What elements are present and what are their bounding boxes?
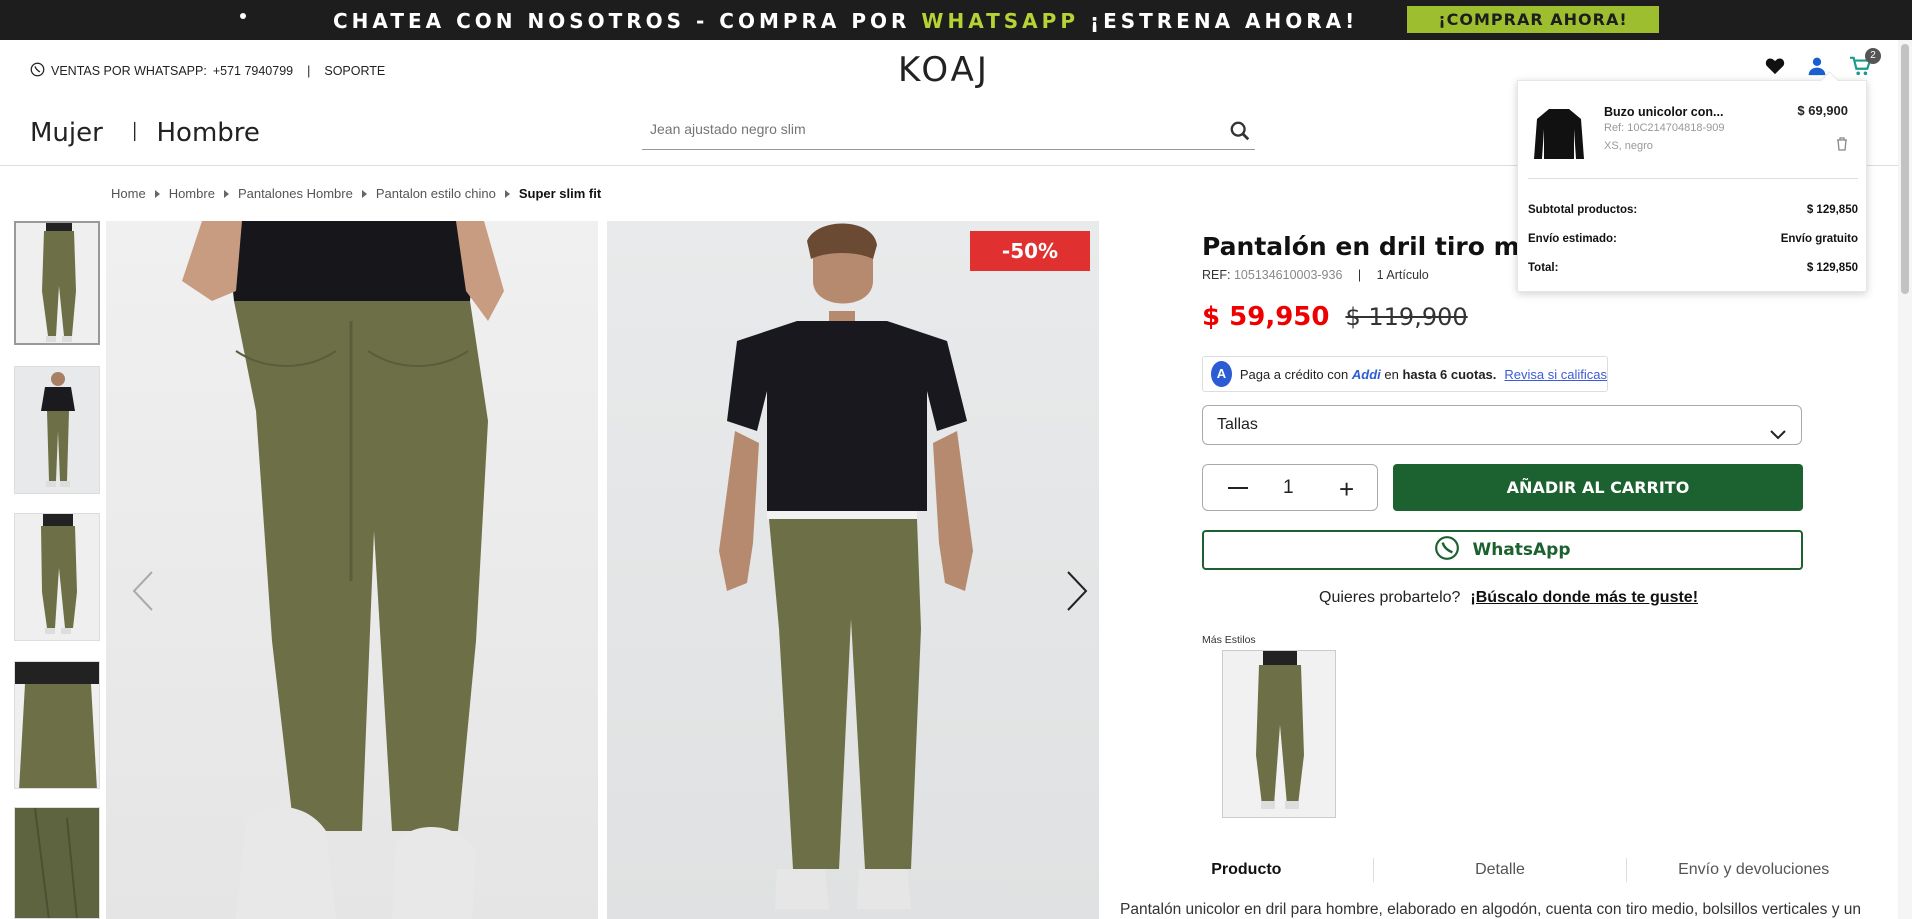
search-box [642, 118, 1255, 150]
thumbnail-2[interactable] [14, 366, 100, 494]
heart-icon[interactable] [1765, 57, 1785, 80]
breadcrumb-pantalones[interactable]: Pantalones Hombre [238, 186, 353, 201]
divider: | [307, 64, 311, 78]
thumbnail-1[interactable] [14, 221, 100, 345]
header-actions: 2 [1765, 48, 1881, 81]
breadcrumb-separator [154, 189, 160, 198]
trash-icon[interactable] [1836, 137, 1848, 156]
nav-item-hombre[interactable]: Hombre [157, 118, 260, 148]
cart-item-variant: XS, negro [1604, 140, 1653, 152]
addi-logo-icon: A [1211, 361, 1232, 387]
addi-qualify-link[interactable]: Revisa si calificas [1504, 367, 1607, 382]
breadcrumb-home[interactable]: Home [111, 186, 146, 201]
tab-detalle[interactable]: Detalle [1374, 858, 1628, 882]
cart-count-badge: 2 [1865, 48, 1881, 64]
thumbnail-5[interactable] [14, 807, 100, 919]
price-current: $ 59,950 [1202, 302, 1330, 332]
add-to-cart-button[interactable]: AÑADIR AL CARRITO [1393, 464, 1803, 511]
thumbnail-3[interactable] [14, 513, 100, 641]
try-on-line: Quieres probartelo? ¡Búscalo donde más te… [1319, 589, 1699, 606]
whatsapp-button-label: WhatsApp [1472, 540, 1571, 560]
addi-credit-banner: A Paga a crédito con Addi en hasta 6 cuo… [1202, 356, 1608, 392]
whatsapp-phone[interactable]: +571 7940799 [213, 64, 293, 78]
search-input[interactable] [650, 121, 1210, 137]
thumbnail-4[interactable] [14, 661, 100, 789]
size-select[interactable]: Tallas [1202, 405, 1802, 445]
product-photo-full-body[interactable] [607, 221, 1099, 919]
support-link[interactable]: SOPORTE [324, 64, 385, 78]
bullet-right [1312, 13, 1318, 19]
more-styles-thumbnail[interactable] [1222, 650, 1336, 818]
scrollbar-thumb[interactable] [1901, 44, 1909, 294]
cart-shipping: Envío estimado: Envío gratuito [1528, 233, 1858, 245]
find-store-link[interactable]: ¡Búscalo donde más te guste! [1470, 589, 1698, 606]
mini-cart-popup: Buzo unicolor con... Ref: 10C214704818-9… [1517, 80, 1867, 292]
cart-item-image[interactable] [1534, 105, 1584, 163]
breadcrumb-separator [504, 189, 510, 198]
tab-envio[interactable]: Envío y devoluciones [1627, 858, 1880, 882]
cart-item-price: $ 69,900 [1797, 103, 1848, 118]
discount-badge: -50% [970, 231, 1090, 271]
whatsapp-sales-line: VENTAS POR WHATSAPP: +571 7940799 | SOPO… [30, 62, 385, 80]
size-select-label: Tallas [1217, 416, 1258, 433]
price-original: $ 119,900 [1345, 303, 1468, 331]
nav-item-mujer[interactable]: Mujer [30, 118, 103, 148]
main-nav: Mujer I Hombre [30, 118, 260, 148]
promo-bar: CHATEA CON NOSOTROS - COMPRA POR WHATSAP… [0, 0, 1912, 40]
breadcrumb-current: Super slim fit [518, 186, 602, 201]
breadcrumb-separator [361, 189, 367, 198]
more-styles-label: Más Estilos [1202, 634, 1256, 646]
breadcrumb-separator [223, 189, 229, 198]
addi-text: Paga a crédito con Addi en hasta 6 cuota… [1239, 366, 1497, 382]
cart-item-name[interactable]: Buzo unicolor con... [1604, 105, 1723, 119]
whatsapp-sales-label: VENTAS POR WHATSAPP: [51, 64, 207, 78]
product-ref: REF: 105134610003-936 | 1 Artículo [1202, 268, 1429, 282]
whatsapp-icon [1434, 535, 1460, 566]
quantity-value[interactable]: 1 [1283, 477, 1294, 499]
nav-divider: I [130, 118, 139, 148]
cart-subtotal: Subtotal productos: $ 129,850 [1528, 204, 1858, 216]
breadcrumb-chino[interactable]: Pantalon estilo chino [376, 186, 496, 201]
price-block: $ 59,950 $ 119,900 [1202, 302, 1468, 332]
cart-total: Total: $ 129,850 [1528, 262, 1858, 274]
chevron-right-icon[interactable] [1064, 570, 1090, 617]
cart-item: Buzo unicolor con... Ref: 10C214704818-9… [1528, 91, 1858, 179]
quantity-stepper: 1 + [1202, 464, 1378, 511]
product-description: Pantalón unicolor en dril para hombre, e… [1120, 901, 1862, 918]
quantity-decrease-button[interactable] [1228, 487, 1248, 489]
whatsapp-icon [30, 62, 45, 80]
buy-now-button[interactable]: ¡COMPRAR AHORA! [1407, 6, 1659, 33]
chevron-down-icon [1769, 418, 1787, 456]
bullet-left [240, 13, 246, 19]
promo-message: CHATEA CON NOSOTROS - COMPRA POR WHATSAP… [333, 9, 1359, 33]
whatsapp-button[interactable]: WhatsApp [1202, 530, 1803, 570]
product-photo-closeup[interactable] [106, 221, 598, 919]
cart-icon[interactable]: 2 [1849, 48, 1881, 81]
chevron-left-icon[interactable] [130, 570, 156, 617]
breadcrumb-hombre[interactable]: Hombre [169, 186, 215, 201]
quantity-increase-button[interactable]: + [1339, 476, 1354, 502]
cart-item-ref: Ref: 10C214704818-909 [1604, 122, 1725, 134]
page-scrollbar[interactable] [1898, 40, 1912, 919]
product-tabs: Producto Detalle Envío y devoluciones [1120, 858, 1880, 882]
tab-producto[interactable]: Producto [1120, 858, 1374, 882]
search-icon[interactable] [1229, 120, 1251, 147]
koaj-logo[interactable]: KOAJ [898, 50, 990, 90]
breadcrumb: Home Hombre Pantalones Hombre Pantalon e… [111, 186, 601, 201]
